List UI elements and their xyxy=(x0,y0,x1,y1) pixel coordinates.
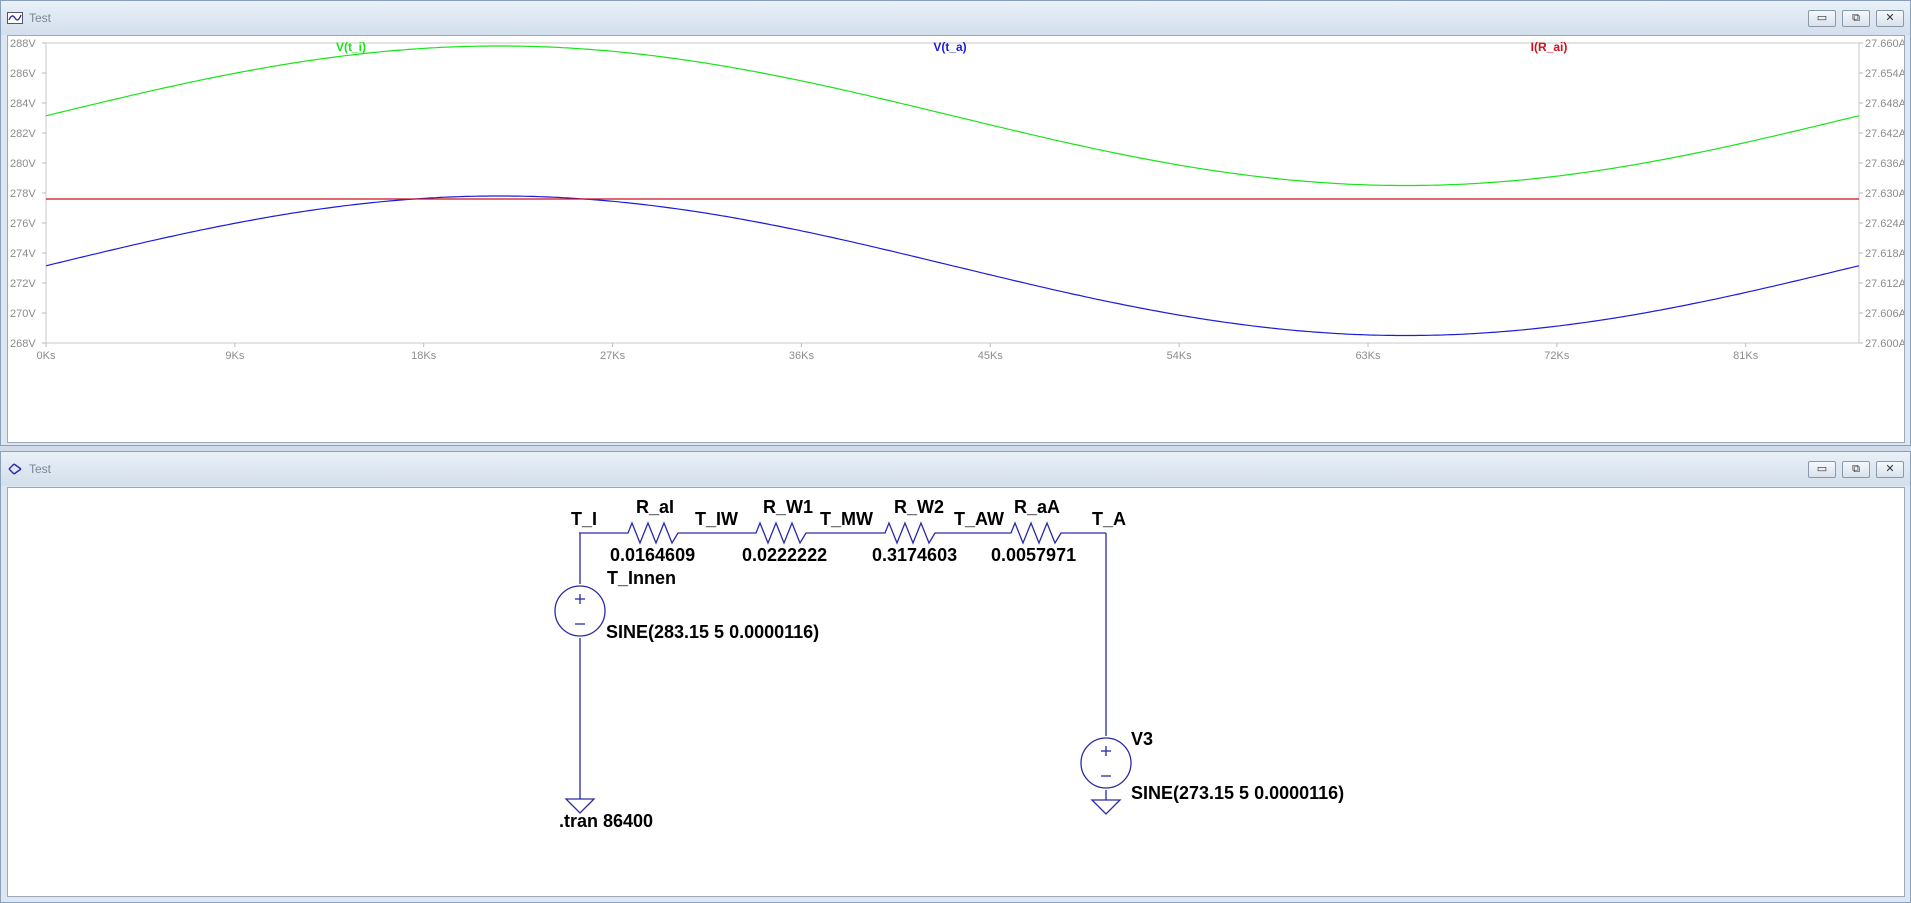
plot-window-title: Test xyxy=(29,11,52,25)
resistor-name-r-ai[interactable]: R_aI xyxy=(636,497,674,517)
schematic-drawing[interactable]: T_I T_IW T_MW T_AW T_A R_aI R_W1 R_W2 R_… xyxy=(8,488,1904,896)
y-left-tick-label: 278V xyxy=(10,188,36,200)
y-left-tick-label: 270V xyxy=(10,308,36,320)
minimize-button[interactable]: ▭ xyxy=(1808,461,1836,478)
y-left-tick-label: 272V xyxy=(10,278,36,290)
node-label-t-i[interactable]: T_I xyxy=(571,509,597,529)
y-right-tick-label: 27.660A xyxy=(1865,38,1904,50)
node-label-t-a[interactable]: T_A xyxy=(1092,509,1126,529)
x-tick-label: 81Ks xyxy=(1733,350,1759,362)
x-tick-label: 27Ks xyxy=(600,350,626,362)
close-button[interactable]: ✕ xyxy=(1876,10,1904,27)
source-name-t-innen[interactable]: T_Innen xyxy=(607,568,676,588)
y-left-tick-label: 284V xyxy=(10,98,36,110)
waveform-viewer-window: Test ▭ ⧉ ✕ 288V 286V 284V 282V 280V 278V 276V 2… xyxy=(0,0,1911,446)
ground-symbol-right xyxy=(1090,799,1122,815)
resistor-value-r-ai[interactable]: 0.0164609 xyxy=(610,545,695,565)
x-tick-label: 9Ks xyxy=(225,350,244,362)
plot-area-frame xyxy=(45,42,1860,344)
trace-label-v-t-i[interactable]: V(t_i) xyxy=(336,40,366,54)
x-tick-label: 54Ks xyxy=(1167,350,1193,362)
resistor-value-r-w1[interactable]: 0.0222222 xyxy=(742,545,827,565)
node-label-t-aw[interactable]: T_AW xyxy=(954,509,1004,529)
y-right-tick-label: 27.642A xyxy=(1865,128,1904,140)
y-right-tick-label: 27.612A xyxy=(1865,278,1904,290)
y-right-tick-label: 27.600A xyxy=(1865,338,1904,350)
schematic-icon xyxy=(8,463,22,475)
spice-directive[interactable]: .tran 86400 xyxy=(559,811,653,831)
y-right-tick-label: 27.654A xyxy=(1865,68,1904,80)
y-right-tick-label: 27.630A xyxy=(1865,188,1904,200)
y-right-tick-label: 27.618A xyxy=(1865,248,1904,260)
trace-v-t-a[interactable] xyxy=(45,195,1860,337)
schematic-editor-window: Test ▭ ⧉ ✕ T_I T_IW T_MW T_AW T_A R_aI R… xyxy=(0,451,1911,903)
y-left-tick-label: 288V xyxy=(10,38,36,50)
x-tick-label: 72Ks xyxy=(1544,350,1570,362)
plot-titlebar[interactable]: Test ▭ ⧉ ✕ xyxy=(1,1,1910,35)
y-right-tick-label: 27.648A xyxy=(1865,98,1904,110)
resistor-name-r-aa[interactable]: R_aA xyxy=(1014,497,1060,517)
node-label-t-mw[interactable]: T_MW xyxy=(820,509,873,529)
x-tick-label: 63Ks xyxy=(1355,350,1381,362)
x-tick-label: 0Ks xyxy=(37,350,56,362)
resistor-value-r-aa[interactable]: 0.0057971 xyxy=(991,545,1076,565)
schematic-titlebar[interactable]: Test ▭ ⧉ ✕ xyxy=(1,452,1910,486)
source-value-v3[interactable]: SINE(273.15 5 0.0000116) xyxy=(1131,783,1344,803)
trace-v-t-i[interactable] xyxy=(45,45,1860,187)
y-left-tick-label: 280V xyxy=(10,158,36,170)
waveform-icon xyxy=(7,12,23,24)
node-label-t-iw[interactable]: T_IW xyxy=(695,509,738,529)
schematic-window-title: Test xyxy=(29,462,52,476)
resistor-name-r-w1[interactable]: R_W1 xyxy=(763,497,813,517)
x-tick-label: 36Ks xyxy=(789,350,815,362)
x-tick-label: 18Ks xyxy=(411,350,437,362)
resistor-name-r-w2[interactable]: R_W2 xyxy=(894,497,944,517)
minimize-button[interactable]: ▭ xyxy=(1808,10,1836,27)
y-left-tick-label: 274V xyxy=(10,248,36,260)
y-left-tick-label: 282V xyxy=(10,128,36,140)
resistor-value-r-w2[interactable]: 0.3174603 xyxy=(872,545,957,565)
x-tick-label: 45Ks xyxy=(978,350,1004,362)
y-left-tick-label: 286V xyxy=(10,68,36,80)
plot-pane[interactable]: 288V 286V 284V 282V 280V 278V 276V 274V 272V 270V… xyxy=(7,35,1905,443)
trace-label-i-r-ai[interactable]: I(R_ai) xyxy=(1531,40,1568,54)
y-right-tick-label: 27.624A xyxy=(1865,218,1904,230)
waveform-chart[interactable]: 288V 286V 284V 282V 280V 278V 276V 274V 272V 270V… xyxy=(8,36,1904,442)
y-left-tick-label: 276V xyxy=(10,218,36,230)
y-left-tick-label: 268V xyxy=(10,338,36,350)
source-name-v3[interactable]: V3 xyxy=(1131,729,1153,749)
maximize-button[interactable]: ⧉ xyxy=(1842,461,1870,478)
trace-label-v-t-a[interactable]: V(t_a) xyxy=(933,40,966,54)
voltage-source-t-innen[interactable] xyxy=(554,585,606,637)
y-right-tick-label: 27.606A xyxy=(1865,308,1904,320)
close-button[interactable]: ✕ xyxy=(1876,461,1904,478)
schematic-canvas[interactable]: T_I T_IW T_MW T_AW T_A R_aI R_W1 R_W2 R_… xyxy=(7,487,1905,897)
source-value-t-innen[interactable]: SINE(283.15 5 0.0000116) xyxy=(606,622,819,642)
voltage-source-v3[interactable] xyxy=(1080,737,1132,789)
y-right-tick-label: 27.636A xyxy=(1865,158,1904,170)
maximize-button[interactable]: ⧉ xyxy=(1842,10,1870,27)
